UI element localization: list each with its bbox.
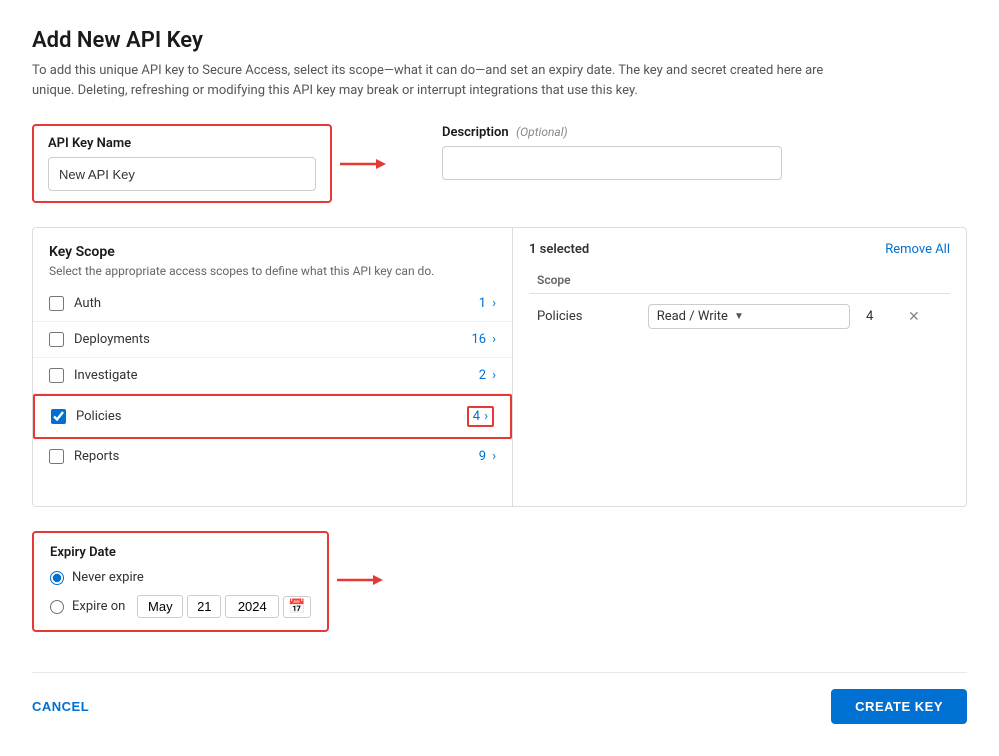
- scope-checkbox-investigate[interactable]: [49, 368, 64, 383]
- scope-count-policies: 4: [473, 409, 480, 424]
- remove-all-link[interactable]: Remove All: [885, 242, 950, 257]
- action-bar: CANCEL CREATE KEY: [32, 672, 967, 732]
- scope-chevron-deployments[interactable]: ›: [492, 332, 496, 347]
- optional-label: (Optional): [516, 125, 567, 139]
- scope-count-auth: 1: [479, 296, 486, 311]
- selected-col-permission: [640, 267, 858, 294]
- scope-item-auth[interactable]: Auth 1 ›: [33, 286, 512, 322]
- scope-item-policies[interactable]: Policies 4 ›: [33, 394, 512, 439]
- selected-row-policies: Policies Read / Write ▼ 4 ✕: [529, 294, 950, 340]
- calendar-icon[interactable]: 📅: [283, 596, 310, 618]
- api-key-name-input[interactable]: [48, 157, 316, 191]
- scope-chevron-reports[interactable]: ›: [492, 449, 496, 464]
- expiry-date-radio[interactable]: [50, 600, 64, 614]
- scope-chevron-auth[interactable]: ›: [492, 296, 496, 311]
- scope-chevron-investigate[interactable]: ›: [492, 368, 496, 383]
- selected-table: Scope Policies Read / Write ▼: [529, 267, 950, 339]
- create-key-button[interactable]: CREATE KEY: [831, 689, 967, 724]
- description-input[interactable]: [442, 146, 782, 180]
- scope-title: Key Scope: [49, 244, 496, 260]
- selected-col-actions: [900, 267, 950, 294]
- policies-count-box: 4 ›: [467, 406, 494, 427]
- date-year-input[interactable]: [225, 595, 279, 618]
- selected-count: 1 selected: [529, 242, 589, 257]
- scope-checkbox-policies[interactable]: [51, 409, 66, 424]
- selected-col-scope: Scope: [529, 267, 640, 294]
- cancel-button[interactable]: CANCEL: [32, 699, 89, 714]
- scope-name-policies: Policies: [76, 409, 467, 424]
- date-month-input[interactable]: [137, 595, 183, 618]
- api-key-name-label: API Key Name: [48, 136, 316, 151]
- scope-item-reports[interactable]: Reports 9 ›: [33, 439, 512, 474]
- selected-row-remove[interactable]: ✕: [900, 294, 950, 340]
- selected-col-count: [858, 267, 900, 294]
- selected-row-permission: Read / Write ▼: [640, 294, 858, 340]
- scope-name-reports: Reports: [74, 449, 479, 464]
- description-label: Description (Optional): [442, 124, 782, 140]
- scope-checkbox-deployments[interactable]: [49, 332, 64, 347]
- remove-row-button[interactable]: ✕: [908, 309, 920, 325]
- permission-value: Read / Write: [657, 309, 728, 324]
- date-day-input[interactable]: [187, 595, 221, 618]
- chevron-down-icon: ▼: [734, 311, 744, 322]
- scope-item-deployments[interactable]: Deployments 16 ›: [33, 322, 512, 358]
- scope-checkbox-reports[interactable]: [49, 449, 64, 464]
- scope-chevron-policies[interactable]: ›: [484, 409, 488, 424]
- permission-dropdown[interactable]: Read / Write ▼: [648, 304, 850, 329]
- expiry-title: Expiry Date: [50, 545, 311, 560]
- scope-count-reports: 9: [479, 449, 486, 464]
- scope-item-investigate[interactable]: Investigate 2 ›: [33, 358, 512, 394]
- scope-count-deployments: 16: [471, 332, 486, 347]
- expiry-never-radio[interactable]: [50, 571, 64, 585]
- expiry-never-label: Never expire: [72, 570, 144, 585]
- expiry-never-option[interactable]: Never expire: [50, 570, 311, 585]
- api-key-arrow: [340, 155, 386, 173]
- selected-row-scope-name: Policies: [529, 294, 640, 340]
- page-description: To add this unique API key to Secure Acc…: [32, 61, 852, 100]
- scope-name-deployments: Deployments: [74, 332, 471, 347]
- scope-count-investigate: 2: [479, 368, 486, 383]
- page-title: Add New API Key: [32, 28, 967, 53]
- scope-checkbox-auth[interactable]: [49, 296, 64, 311]
- expiry-arrow: [337, 571, 383, 593]
- scope-name-investigate: Investigate: [74, 368, 479, 383]
- scope-name-auth: Auth: [74, 296, 479, 311]
- expiry-date-label: Expire on: [72, 599, 125, 614]
- expiry-date-option[interactable]: Expire on 📅: [50, 595, 311, 618]
- scope-subtitle: Select the appropriate access scopes to …: [49, 264, 496, 278]
- date-inputs: 📅: [137, 595, 310, 618]
- selected-row-count: 4: [858, 294, 900, 340]
